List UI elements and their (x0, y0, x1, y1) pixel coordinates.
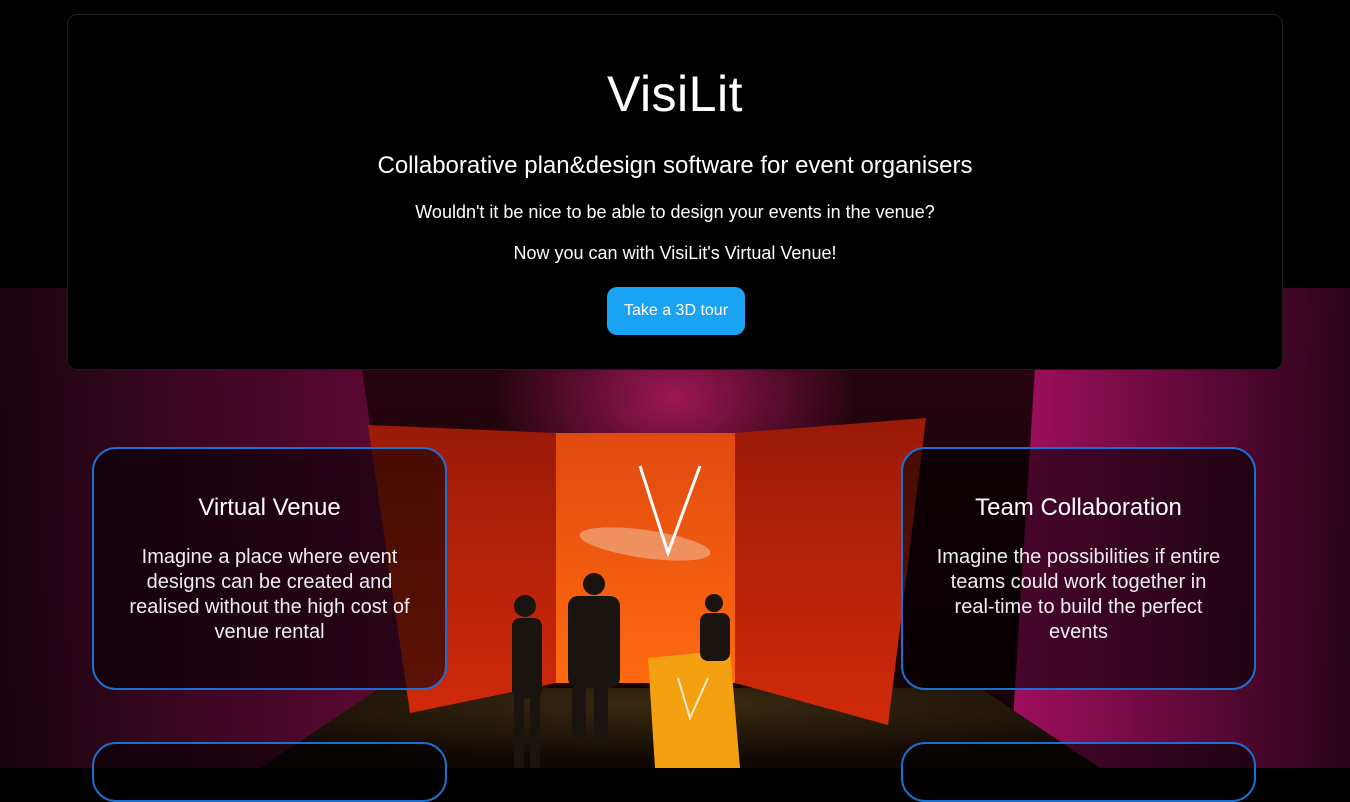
hero-title: VisiLit (607, 66, 743, 122)
feature-text: Imagine the possibilities if entire team… (936, 546, 1221, 643)
feature-card-partial (92, 742, 447, 802)
hero-subtitle: Collaborative plan&design software for e… (377, 152, 973, 179)
feature-title: Virtual Venue (198, 494, 341, 521)
feature-text: Imagine a place where event designs can … (129, 546, 410, 643)
hero-question: Wouldn't it be nice to be able to design… (415, 202, 935, 222)
feature-card-virtual-venue: Virtual Venue Imagine a place where even… (92, 447, 447, 690)
hero-tagline: Now you can with VisiLit's Virtual Venue… (513, 243, 837, 263)
feature-title: Team Collaboration (975, 494, 1182, 521)
take-3d-tour-button[interactable]: Take a 3D tour (607, 287, 745, 335)
hero-card: VisiLit Collaborative plan&design softwa… (67, 14, 1283, 370)
feature-card-team-collaboration: Team Collaboration Imagine the possibili… (901, 447, 1256, 690)
feature-card-partial (901, 742, 1256, 802)
